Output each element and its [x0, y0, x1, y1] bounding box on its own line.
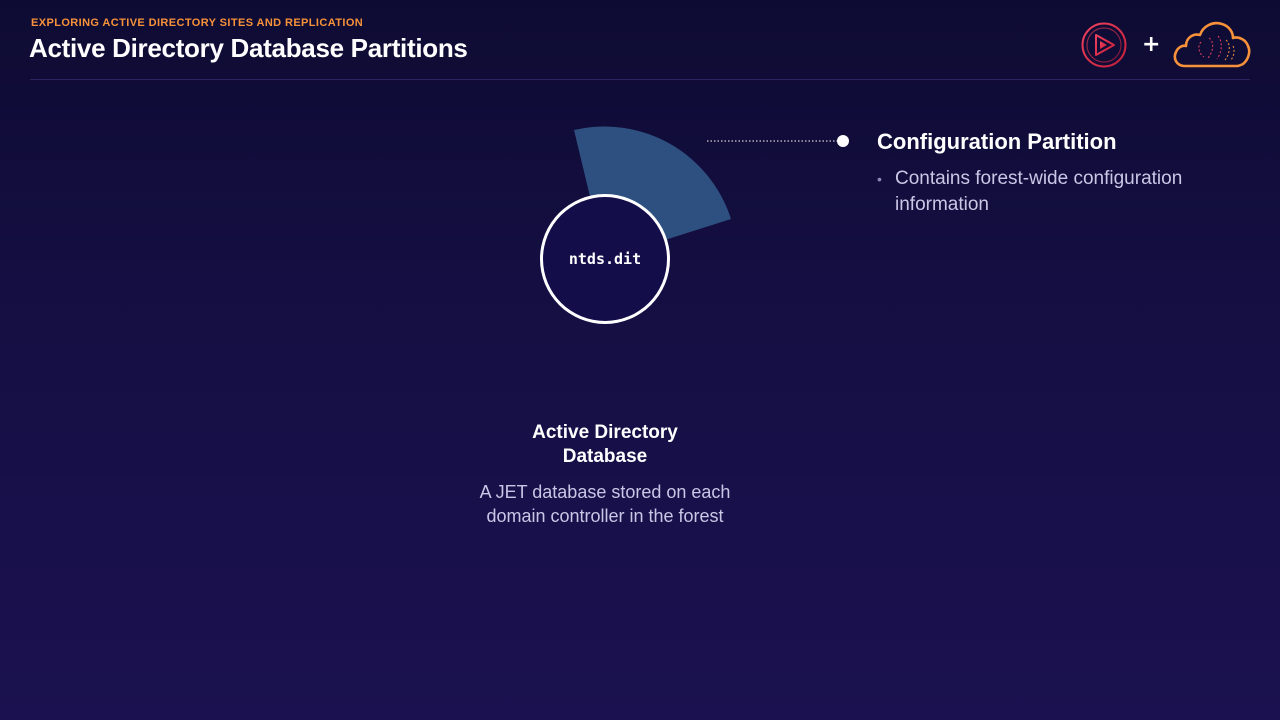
database-title-line2: Database: [562, 446, 648, 467]
database-desc-line2: domain controller in the forest: [486, 506, 724, 526]
partition-title: Configuration Partition: [877, 129, 1117, 154]
database-title: Active Directory Database: [455, 421, 755, 469]
ntds-file-label: ntds.dit: [568, 250, 642, 268]
database-desc-line1: A JET database stored on each: [479, 482, 731, 502]
partition-bullet: • Contains forest-wide configuration inf…: [877, 166, 1197, 218]
database-description: A JET database stored on each domain con…: [430, 480, 780, 528]
database-partition-diagram: [540, 126, 849, 324]
database-title-line1: Active Directory: [532, 422, 678, 443]
connector-dot: [837, 135, 849, 147]
partition-bullet-text: Contains forest-wide configuration infor…: [895, 168, 1183, 215]
bullet-dot-icon: •: [877, 171, 882, 187]
